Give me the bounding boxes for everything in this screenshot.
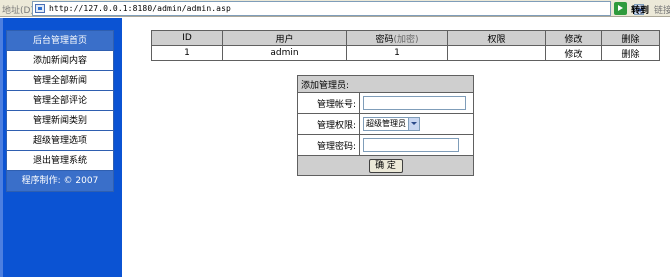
menu-item-manage-news[interactable]: 管理全部新闻 [7,71,113,91]
column-header-id: ID [151,30,223,46]
menu-item-logout[interactable]: 退出管理系统 [7,151,113,171]
menu-item-manage-categories[interactable]: 管理新闻类别 [7,111,113,131]
permission-label: 管理权限: [297,113,360,135]
cell-permission [447,45,546,61]
menu-item-manage-comments[interactable]: 管理全部评论 [7,91,113,111]
account-cell [358,92,475,114]
menu-item-super-admin[interactable]: 超级管理选项 [7,131,113,151]
links-label[interactable]: 链接 [654,3,670,16]
table-header-row: ID 用户 密码(加密) 权限 修改 删除 [151,30,660,46]
permission-select[interactable]: 超级管理员 [363,117,420,131]
address-bar: 地址(D) http://127.0.0.1:8180/admin/admin.… [0,0,670,17]
go-button[interactable]: 转到 [631,3,649,16]
admin-menu: 后台管理首页 添加新闻内容 管理全部新闻 管理全部评论 管理新闻类别 超级管理选… [6,30,114,192]
go-arrow-icon[interactable] [614,2,627,15]
cell-user: admin [222,45,347,61]
page-icon [35,4,45,13]
submit-button[interactable]: 确 定 [368,158,403,173]
account-label: 管理帐号: [297,92,360,114]
column-header-edit: 修改 [545,30,602,46]
column-header-delete: 删除 [601,30,660,46]
password-input[interactable] [363,138,459,152]
password-cell [358,134,475,156]
menu-header-home[interactable]: 后台管理首页 [7,31,113,51]
permission-selected-value: 超级管理员 [366,119,406,128]
cell-id: 1 [151,45,223,61]
sidebar-edge [0,18,3,277]
menu-footer-credit: 程序制作: © 2007 [7,171,113,191]
account-input[interactable] [363,96,466,110]
password-header-label: 密码 [375,34,394,45]
column-header-permission: 权限 [447,30,546,46]
column-header-password: 密码(加密) [346,30,448,46]
submit-row: 确 定 [296,155,475,176]
admin-table: ID 用户 密码(加密) 权限 修改 删除 1 admin 1 修改 删除 [151,30,660,61]
column-header-user: 用户 [222,30,347,46]
chevron-down-icon[interactable] [408,118,419,130]
edit-link[interactable]: 修改 [545,45,602,61]
add-admin-form: 添加管理员: 管理帐号: 管理权限: 超级管理员 管理密码: 确 定 [296,75,475,176]
cell-password: 1 [346,45,448,61]
form-title: 添加管理员: [296,75,475,93]
menu-item-add-news[interactable]: 添加新闻内容 [7,51,113,71]
permission-cell: 超级管理员 [358,113,475,135]
delete-link[interactable]: 删除 [601,45,660,61]
address-label: 地址(D) [2,6,34,16]
password-label: 管理密码: [297,134,360,156]
table-row: 1 admin 1 修改 删除 [151,45,660,61]
address-input[interactable]: http://127.0.0.1:8180/admin/admin.asp [32,1,644,16]
url-text[interactable]: http://127.0.0.1:8180/admin/admin.asp [49,4,231,13]
encrypted-note: (加密) [393,34,419,45]
